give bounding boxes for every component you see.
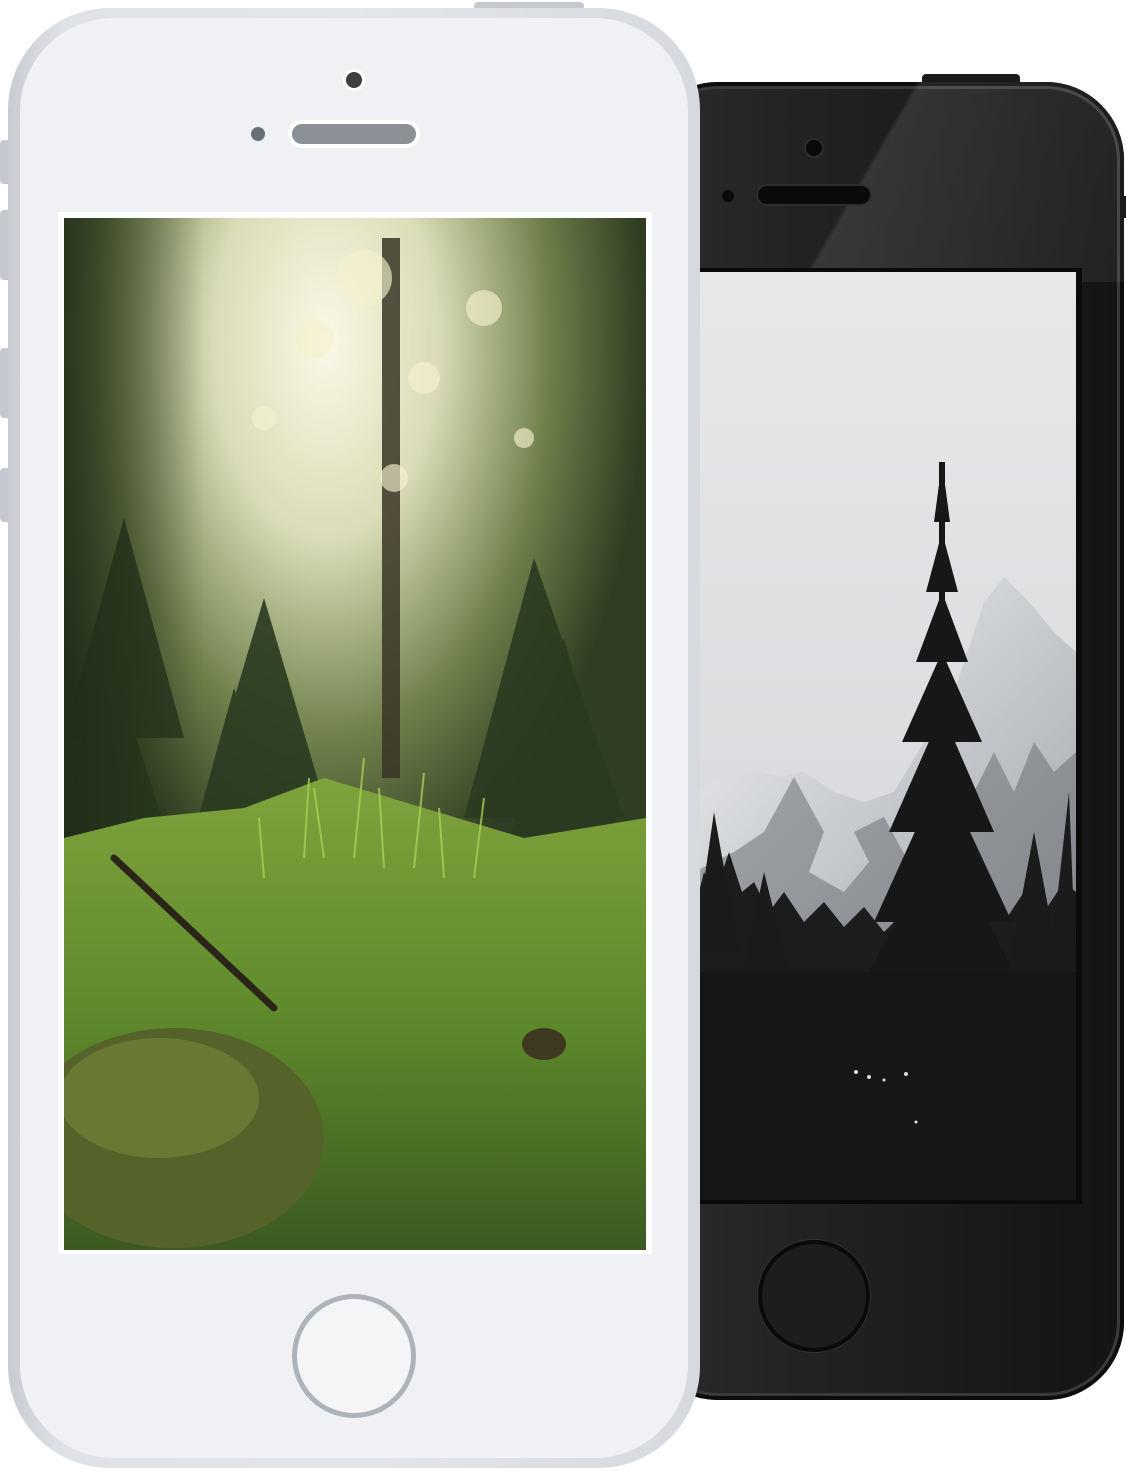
black-phone-gloss: [700, 82, 1124, 282]
dark-foreground: [694, 972, 1076, 1200]
mountain-wallpaper-image: [694, 272, 1076, 1200]
device-mockup-scene: [0, 0, 1126, 1471]
black-phone-home-button[interactable]: [758, 1240, 870, 1352]
black-phone-camera-icon: [806, 140, 822, 156]
white-phone-speaker: [292, 124, 416, 144]
black-phone-sensor-icon: [722, 190, 734, 202]
black-phone-screen-wallpaper: [694, 272, 1076, 1200]
white-phone-camera-icon: [346, 72, 362, 88]
black-phone-speaker: [758, 186, 870, 204]
white-phone-screen-wallpaper: [64, 218, 646, 1250]
small-stone: [522, 1028, 566, 1060]
white-phone-sensor-icon: [251, 127, 265, 141]
white-phone-home-button[interactable]: [292, 1294, 416, 1418]
tree-trunk: [382, 238, 400, 778]
forest-wallpaper-image: [64, 218, 646, 1250]
